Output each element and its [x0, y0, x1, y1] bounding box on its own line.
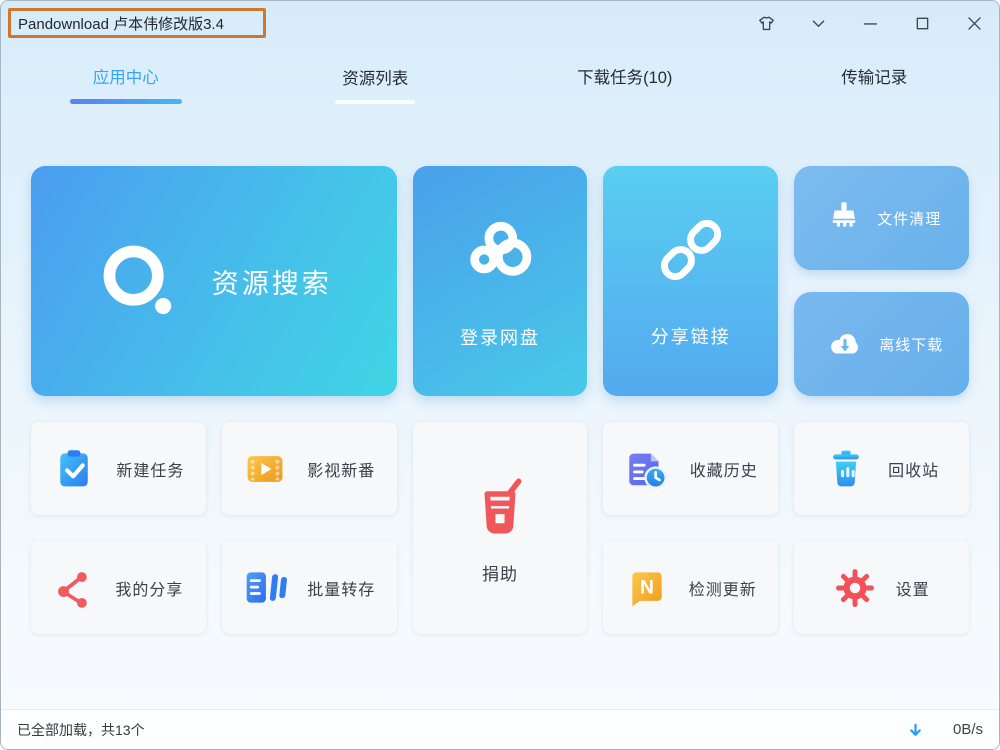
tile-label: 检测更新 — [689, 576, 757, 600]
tab-app-center[interactable]: 应用中心 — [1, 46, 251, 114]
tile-file-clean[interactable]: 文件清理 — [794, 166, 969, 270]
title-bar: Pandownload 卢本伟修改版3.4 — [1, 1, 999, 46]
window-controls — [755, 1, 985, 46]
tile-settings[interactable]: 设置 — [794, 541, 969, 634]
tile-label: 离线下载 — [879, 334, 943, 355]
app-tile-grid: 资源搜索 登录网盘 分享链接 — [31, 166, 969, 634]
chain-link-icon — [654, 213, 728, 287]
tile-offline-download[interactable]: 离线下载 — [794, 292, 969, 396]
tab-download-tasks[interactable]: 下载任务(10) — [500, 46, 750, 114]
tile-label: 批量转存 — [307, 576, 375, 600]
tile-login-netdisk[interactable]: 登录网盘 — [413, 166, 588, 396]
tile-movies-new[interactable]: 影视新番 — [222, 422, 397, 515]
tab-underline — [569, 99, 681, 104]
tile-new-task[interactable]: 新建任务 — [31, 422, 206, 515]
status-bar: 已全部加载，共13个 0B/s — [1, 709, 999, 749]
tile-label: 资源搜索 — [212, 262, 332, 301]
clipboard-check-icon — [52, 447, 96, 491]
share-nodes-icon — [53, 567, 95, 609]
maximize-button[interactable] — [911, 13, 933, 35]
window-title: Pandownload 卢本伟修改版3.4 — [1, 13, 224, 34]
tab-underline — [335, 100, 415, 104]
download-speed: 0B/s — [953, 721, 983, 738]
tab-label: 下载任务(10) — [577, 64, 672, 88]
n-badge-icon: N — [625, 566, 669, 610]
gear-icon — [834, 567, 876, 609]
tile-check-update[interactable]: N 检测更新 — [603, 541, 778, 634]
tile-label: 我的分享 — [115, 576, 183, 600]
drink-cup-icon — [468, 472, 532, 536]
speed-indicator: 0B/s — [908, 721, 983, 738]
cloud-download-icon — [826, 325, 864, 363]
tile-label: 影视新番 — [307, 457, 375, 481]
app-window: Pandownload 卢本伟修改版3.4 — [0, 0, 1000, 750]
tile-resource-search[interactable]: 资源搜索 — [31, 166, 397, 396]
film-play-icon — [243, 447, 287, 491]
tab-transfer-history[interactable]: 传输记录 — [750, 46, 1000, 114]
tab-resource-list[interactable]: 资源列表 — [251, 46, 501, 114]
tile-label: 回收站 — [888, 457, 939, 481]
svg-text:N: N — [640, 577, 654, 598]
minimize-button[interactable] — [859, 13, 881, 35]
tab-bar: 应用中心 资源列表 下载任务(10) 传输记录 — [1, 46, 999, 114]
load-status-text: 已全部加载，共13个 — [17, 720, 145, 740]
download-arrow-icon — [908, 722, 923, 738]
tab-label: 资源列表 — [342, 65, 408, 89]
tile-label: 登录网盘 — [460, 324, 540, 350]
chevron-down-icon — [809, 14, 828, 33]
right-tile-column: 文件清理 离线下载 — [794, 166, 969, 396]
shirt-icon — [757, 14, 776, 33]
close-button[interactable] — [963, 13, 985, 35]
tile-label: 新建任务 — [116, 457, 184, 481]
trash-icon — [824, 447, 868, 491]
broom-icon — [826, 200, 862, 236]
minimize-icon — [861, 14, 880, 33]
tab-label: 应用中心 — [93, 64, 159, 88]
close-icon — [965, 14, 984, 33]
tile-batch-transfer[interactable]: 批量转存 — [222, 541, 397, 634]
maximize-icon — [913, 14, 932, 33]
menu-button[interactable] — [807, 13, 829, 35]
tile-recycle-bin[interactable]: 回收站 — [794, 422, 969, 515]
search-ring-icon — [96, 238, 182, 324]
document-clock-icon — [624, 446, 670, 492]
tile-my-shares[interactable]: 我的分享 — [31, 541, 206, 634]
tile-label: 收藏历史 — [690, 457, 758, 481]
active-tab-underline — [70, 99, 182, 104]
batch-doc-icon — [243, 566, 287, 610]
tile-label: 设置 — [896, 576, 930, 600]
tile-label: 捐助 — [482, 560, 518, 585]
tab-label: 传输记录 — [841, 64, 907, 88]
baidu-cloud-icon — [462, 212, 538, 288]
tile-label: 分享链接 — [651, 323, 731, 349]
tile-label: 文件清理 — [877, 208, 941, 229]
tab-underline — [818, 99, 930, 104]
tile-donate[interactable]: 捐助 — [413, 422, 588, 634]
tile-favorites-history[interactable]: 收藏历史 — [603, 422, 778, 515]
theme-button[interactable] — [755, 13, 777, 35]
tile-share-link[interactable]: 分享链接 — [603, 166, 778, 396]
